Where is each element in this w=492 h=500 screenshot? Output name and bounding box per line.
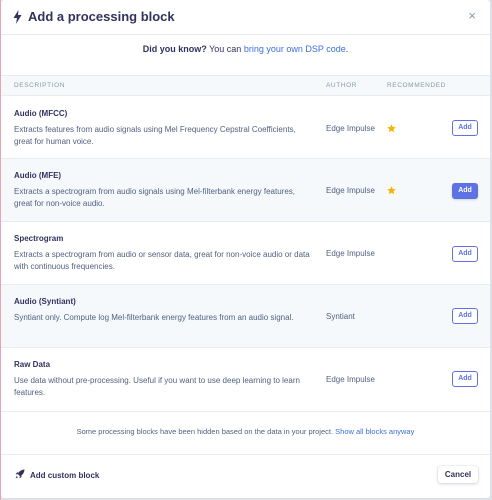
hidden-blocks-note: Some processing blocks have been hidden … (1, 427, 490, 436)
column-author: AUTHOR (326, 82, 358, 89)
add-button[interactable]: Add (452, 183, 478, 199)
column-description: DESCRIPTION (14, 82, 66, 89)
block-description: Extracts features from audio signals usi… (14, 125, 296, 146)
block-description: Extracts a spectrogram from audio or sen… (14, 250, 310, 271)
block-name: Spectrogram (14, 234, 64, 243)
column-recommended: RECOMMENDED (387, 82, 446, 89)
show-all-blocks-link[interactable]: Show all blocks anyway (335, 427, 414, 436)
table-row: Audio (MFE) Extracts a spectrogram from … (1, 159, 490, 222)
table-row: Spectrogram Extracts a spectrogram from … (1, 222, 490, 285)
add-button[interactable]: Add (452, 120, 478, 136)
block-name: Audio (MFCC) (14, 109, 68, 118)
add-button[interactable]: Add (452, 371, 478, 387)
block-description: Use data without pre-processing. Useful … (14, 376, 300, 397)
hidden-note-text: Some processing blocks have been hidden … (76, 427, 336, 436)
star-icon (387, 124, 396, 133)
block-author: Syntiant (326, 312, 355, 321)
tip-text: You can (206, 44, 244, 54)
rocket-icon (15, 469, 25, 479)
block-author: Edge Impulse (326, 375, 375, 384)
table-row: Audio (MFCC) Extracts features from audi… (1, 97, 490, 159)
cancel-button[interactable]: Cancel (438, 466, 478, 483)
block-name: Audio (Syntiant) (14, 297, 76, 306)
bolt-icon (13, 10, 22, 24)
add-custom-block-button[interactable]: Add custom block (15, 469, 99, 480)
block-name: Audio (MFE) (14, 171, 62, 180)
block-author: Edge Impulse (326, 186, 375, 195)
table-row: Raw Data Use data without pre-processing… (1, 348, 490, 412)
did-you-know-tip: Did you know? You can bring your own DSP… (1, 44, 490, 54)
block-name: Raw Data (14, 360, 51, 369)
add-custom-block-label: Add custom block (30, 471, 100, 480)
block-description: Syntiant only. Compute log Mel-filterban… (14, 313, 294, 322)
table-header: DESCRIPTION AUTHOR RECOMMENDED (1, 75, 490, 96)
modal-header: Add a processing block × (1, 0, 490, 35)
add-processing-block-modal: Add a processing block × Did you know? Y… (1, 0, 490, 498)
block-description: Extracts a spectrogram from audio signal… (14, 187, 296, 208)
table-row: Audio (Syntiant) Syntiant only. Compute … (1, 285, 490, 348)
modal-title: Add a processing block (28, 9, 175, 24)
close-icon[interactable]: × (468, 8, 476, 23)
modal-footer: Add custom block Cancel (1, 454, 490, 498)
add-button[interactable]: Add (452, 308, 478, 324)
block-author: Edge Impulse (326, 124, 375, 133)
add-button[interactable]: Add (452, 246, 478, 262)
tip-lead: Did you know? (142, 44, 207, 54)
star-icon (387, 186, 396, 195)
bring-own-dsp-link[interactable]: bring your own DSP code (244, 44, 346, 54)
tip-trail: . (345, 44, 349, 54)
block-author: Edge Impulse (326, 249, 375, 258)
